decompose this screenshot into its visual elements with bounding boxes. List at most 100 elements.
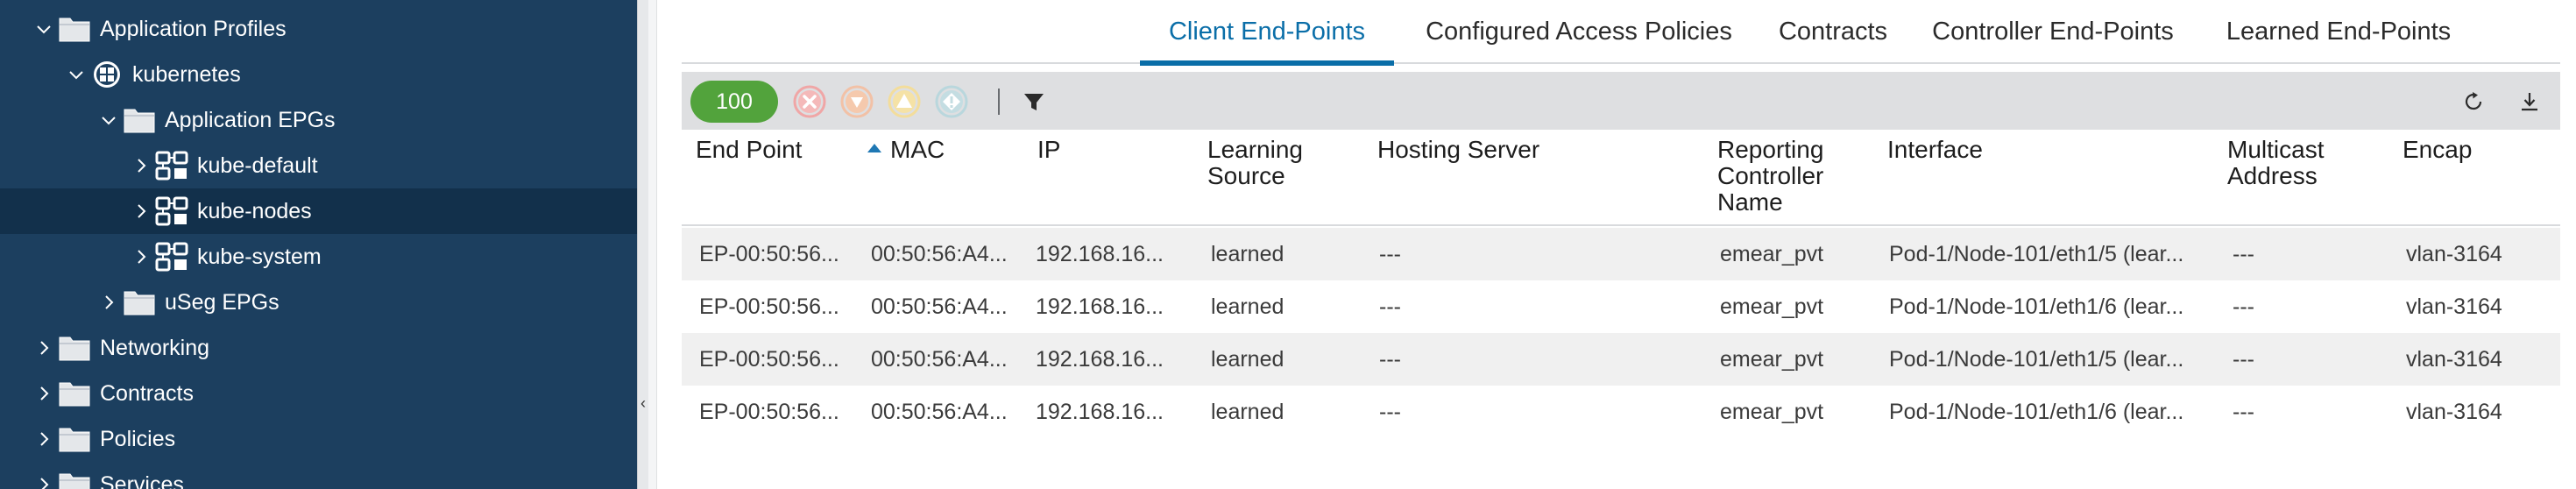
tab-learned-end-points[interactable]: Learned End-Points [2213,0,2464,64]
count-badge[interactable]: 100 [690,81,778,123]
learning-source-cell: learned [1211,400,1284,424]
tree-item-networking[interactable]: Networking [0,325,637,371]
tree-item-useg-epgs[interactable]: uSeg EPGs [0,280,637,325]
interface-cell: Pod-1/Node-101/eth1/6 (lear... [1889,294,2184,319]
critical-fault-icon[interactable] [792,84,827,119]
column-header-hosting-server[interactable]: Hosting Server [1377,137,1640,163]
tree-item-kube-system[interactable]: kube-system [0,234,637,280]
chevron-right-icon[interactable] [98,292,119,313]
tab-contracts[interactable]: Contracts [1772,0,1894,64]
folder-icon [58,332,91,364]
ip-cell: 192.168.16... [1036,400,1164,424]
tree-item-policies[interactable]: Policies [0,416,637,462]
chevron-down-icon[interactable] [66,64,87,85]
hosting-server-cell: --- [1379,242,1401,266]
filter-icon[interactable] [1019,87,1049,117]
column-header-learning-source[interactable]: Learning Source [1207,137,1339,189]
chevron-right-icon[interactable] [33,474,54,489]
table-row[interactable]: EP-00:50:56... 00:50:56:A4... 192.168.16..… [682,228,2560,280]
interface-cell: Pod-1/Node-101/eth1/5 (lear... [1889,347,2184,372]
chevron-right-icon[interactable] [33,383,54,404]
tree-item-contracts[interactable]: Contracts [0,371,637,416]
minor-fault-icon[interactable] [887,84,922,119]
chevron-right-icon[interactable] [131,246,152,267]
ip-cell: 192.168.16... [1036,294,1164,319]
chevron-right-icon[interactable] [33,429,54,450]
chevron-right-icon[interactable] [131,201,152,222]
mac-cell: 00:50:56:A4... [871,242,1008,266]
chevron-down-icon[interactable] [33,18,54,39]
folder-icon [123,104,156,136]
tab-controller-end-points[interactable]: Controller End-Points [1917,0,2189,64]
ip-cell: 192.168.16... [1036,242,1164,266]
table-row[interactable]: EP-00:50:56... 00:50:56:A4... 192.168.16..… [682,333,2560,386]
hosting-server-cell: --- [1379,294,1401,319]
reporting-controller-cell: emear_pvt [1720,400,1824,424]
table-row[interactable]: EP-00:50:56... 00:50:56:A4... 192.168.16..… [682,386,2560,438]
learning-source-cell: learned [1211,294,1284,319]
tree-item-kube-nodes[interactable]: kube-nodes [0,188,637,234]
collapse-pane-icon[interactable]: ‹ [639,390,648,416]
warning-fault-icon[interactable] [934,84,969,119]
tree-item-label: Contracts [100,381,194,406]
tree-item-label: Services [100,472,184,489]
tree-item-kube-default[interactable]: kube-default [0,143,637,188]
column-header-mac[interactable]: MAC [890,137,1013,163]
folder-icon [123,287,156,318]
mac-cell: 00:50:56:A4... [871,347,1008,372]
hosting-server-cell: --- [1379,347,1401,372]
chevron-down-icon[interactable] [98,110,119,131]
tree-item-application-epgs[interactable]: Application EPGs [0,97,637,143]
column-header-interface[interactable]: Interface [1887,137,2063,163]
encap-cell: vlan-3164 [2406,400,2502,424]
interface-cell: Pod-1/Node-101/eth1/6 (lear... [1889,400,2184,424]
download-icon[interactable] [2515,87,2544,117]
reporting-controller-cell: emear_pvt [1720,347,1824,372]
folder-icon [58,423,91,455]
folder-icon [58,13,91,45]
tree-item-label: Networking [100,336,210,360]
reporting-controller-cell: emear_pvt [1720,242,1824,266]
navigation-tree: Application Profiles kubernetes Applicatio… [0,0,637,489]
table-toolbar: 100 [682,72,2560,130]
tree-item-label: kube-system [197,244,322,269]
tab-bar: Client End-Points Configured Access Poli… [682,0,2560,66]
tree-item-label: Application Profiles [100,17,287,41]
column-header-multicast-address[interactable]: Multicast Address [2227,137,2350,189]
multicast-address-cell: --- [2233,242,2254,266]
table-row[interactable]: EP-00:50:56... 00:50:56:A4... 192.168.16..… [682,280,2560,333]
sort-ascending-icon[interactable] [867,144,881,152]
end-point-cell: EP-00:50:56... [699,400,839,424]
epg-icon [155,150,188,181]
application-profile-icon [90,59,124,90]
multicast-address-cell: --- [2233,294,2254,319]
tree-item-application-profiles[interactable]: Application Profiles [0,6,637,52]
mac-cell: 00:50:56:A4... [871,400,1008,424]
column-header-ip[interactable]: IP [1037,137,1143,163]
tree-item-label: kube-nodes [197,199,312,223]
pane-splitter[interactable]: ‹ [637,0,648,489]
chevron-right-icon[interactable] [131,155,152,176]
table-header: End Point MAC IP Learning Source Hosting… [682,130,2560,226]
learning-source-cell: learned [1211,347,1284,372]
reporting-controller-cell: emear_pvt [1720,294,1824,319]
tree-item-label: kube-default [197,153,318,178]
column-header-encap[interactable]: Encap [2403,137,2525,163]
refresh-icon[interactable] [2459,87,2488,117]
tab-configured-access-policies[interactable]: Configured Access Policies [1412,0,1745,64]
hosting-server-cell: --- [1379,400,1401,424]
tab-client-end-points[interactable]: Client End-Points [1140,0,1394,66]
tree-item-kubernetes[interactable]: kubernetes [0,52,637,97]
epg-icon [155,195,188,227]
major-fault-icon[interactable] [839,84,874,119]
tree-item-label: Policies [100,427,176,451]
toolbar-divider [998,89,1000,115]
end-point-cell: EP-00:50:56... [699,294,839,319]
chevron-right-icon[interactable] [33,337,54,358]
tree-item-label: kubernetes [132,62,241,87]
column-header-reporting-controller-name[interactable]: Reporting Controller Name [1717,137,1849,216]
column-header-end-point[interactable]: End Point [696,137,853,163]
multicast-address-cell: --- [2233,347,2254,372]
tree-item-label: Application EPGs [165,108,336,132]
tree-item-services[interactable]: Services [0,462,637,489]
